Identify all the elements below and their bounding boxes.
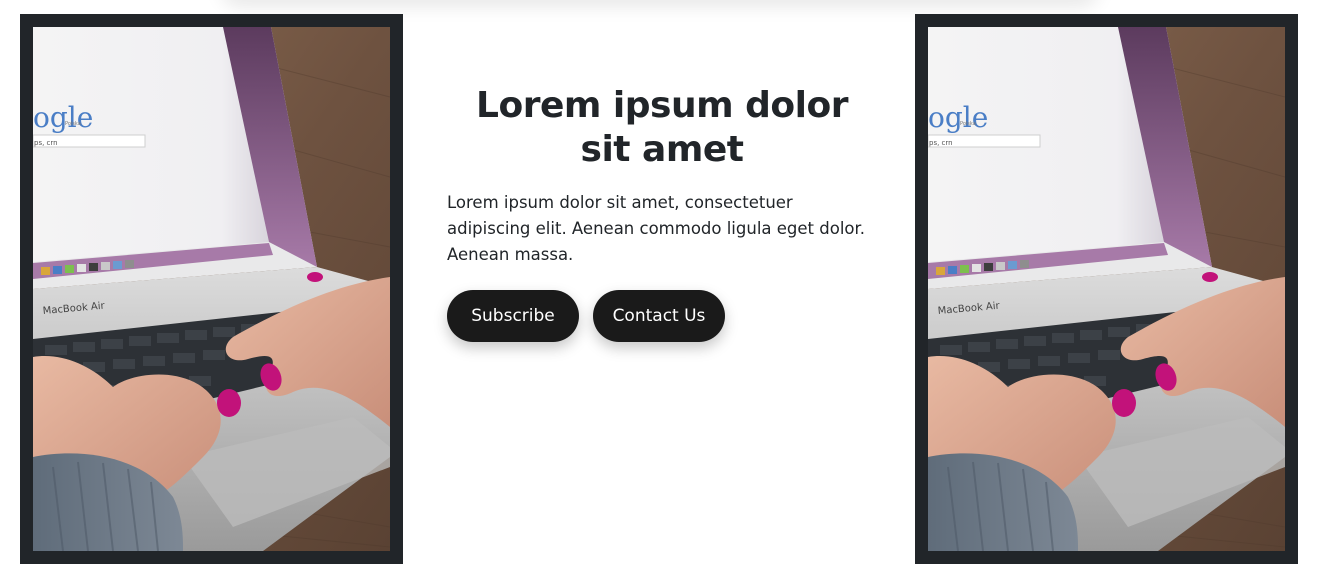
logo-subtext: Polska <box>960 121 976 127</box>
logo-text: ogle <box>33 101 93 134</box>
logo-text: ogle <box>928 101 988 134</box>
left-photo-frame: ogle Polska ps, crn MacBook Air <box>20 14 403 564</box>
page: ogle Polska ps, crn MacBook Air Lorem ip… <box>0 0 1319 580</box>
contact-us-button[interactable]: Contact Us <box>593 290 725 342</box>
hero-title: Lorem ipsum dolor sit amet <box>476 85 848 170</box>
laptop-photo: ogle Polska ps, crn MacBook Air <box>33 27 390 551</box>
hero-description: Lorem ipsum dolor sit amet, consectetuer… <box>447 193 866 264</box>
subscribe-button[interactable]: Subscribe <box>447 290 579 342</box>
hero-content: Lorem ipsum dolor sit amet Lorem ipsum d… <box>447 84 877 342</box>
logo-subtext: Polska <box>65 121 81 127</box>
search-text: ps, crn <box>929 139 953 147</box>
search-text: ps, crn <box>34 139 58 147</box>
hero-buttons: Subscribe Contact Us <box>447 290 877 342</box>
right-photo-frame: ogle Polska ps, crn MacBook Air <box>915 14 1298 564</box>
laptop-photo: ogle Polska ps, crn MacBook Air <box>928 27 1285 551</box>
